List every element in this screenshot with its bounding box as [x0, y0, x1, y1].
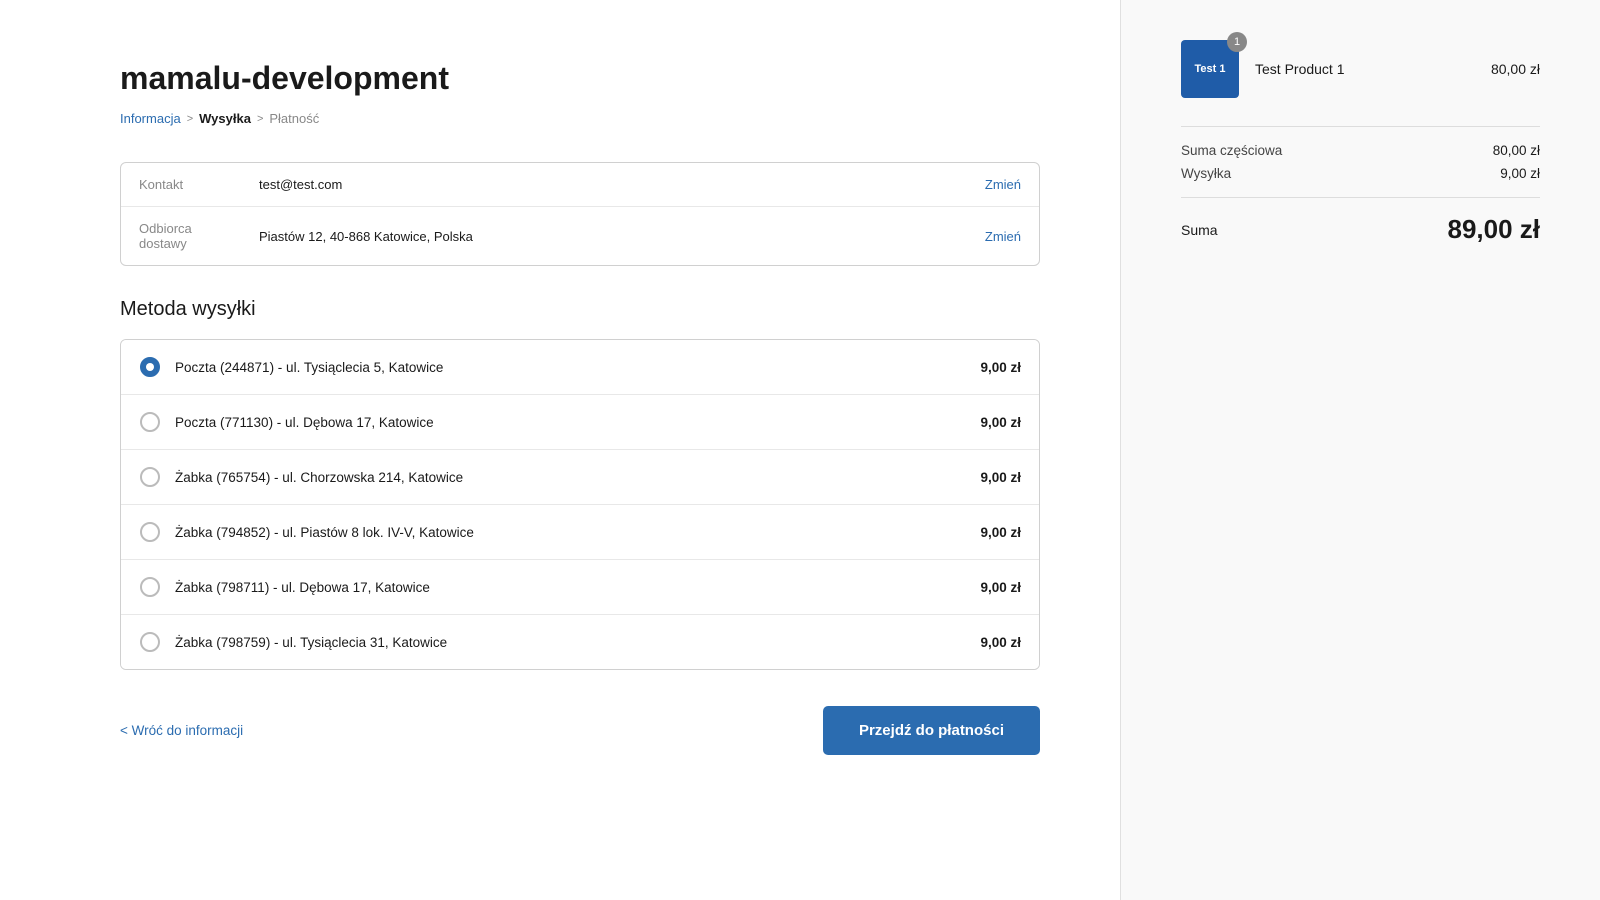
- breadcrumb-sep2: >: [257, 113, 263, 125]
- shipping-option-name: Żabka (765754) - ul. Chorzowska 214, Kat…: [175, 470, 980, 485]
- total-label: Suma: [1181, 222, 1218, 238]
- right-panel: Test 1 1 Test Product 1 80,00 zł Suma cz…: [1120, 0, 1600, 900]
- product-badge: 1: [1227, 32, 1247, 52]
- radio-inner: [146, 363, 154, 371]
- shipping-option-name: Żabka (798759) - ul. Tysiąclecia 31, Kat…: [175, 635, 980, 650]
- shipping-option[interactable]: Żabka (798759) - ul. Tysiąclecia 31, Kat…: [121, 614, 1039, 669]
- radio-outer: [140, 632, 160, 652]
- shipping-option-price: 9,00 zł: [980, 580, 1021, 595]
- total-value: 89,00 zł: [1447, 214, 1540, 245]
- breadcrumb-informacja[interactable]: Informacja: [120, 111, 181, 126]
- delivery-value: Piastów 12, 40-868 Katowice, Polska: [259, 229, 985, 244]
- product-price: 80,00 zł: [1491, 61, 1540, 77]
- shipping-option-name: Poczta (771130) - ul. Dębowa 17, Katowic…: [175, 415, 980, 430]
- radio-wrapper: [139, 356, 161, 378]
- bottom-actions: < Wróć do informacji Przejdź do płatnośc…: [120, 706, 1040, 755]
- radio-outer: [140, 577, 160, 597]
- radio-wrapper: [139, 466, 161, 488]
- subtotal-row: Suma częściowa 80,00 zł: [1181, 143, 1540, 158]
- left-panel: mamalu-development Informacja > Wysyłka …: [0, 0, 1120, 900]
- shipping-label: Wysyłka: [1181, 166, 1231, 181]
- shipping-option-price: 9,00 zł: [980, 525, 1021, 540]
- shipping-option-price: 9,00 zł: [980, 415, 1021, 430]
- radio-outer: [140, 412, 160, 432]
- breadcrumb-platnosc: Płatność: [269, 111, 319, 126]
- shipping-option-price: 9,00 zł: [980, 635, 1021, 650]
- proceed-button[interactable]: Przejdź do płatności: [823, 706, 1040, 755]
- contact-change-link[interactable]: Zmień: [985, 177, 1021, 192]
- shipping-options-list: Poczta (244871) - ul. Tysiąclecia 5, Kat…: [120, 339, 1040, 670]
- contact-row: Kontakt test@test.com Zmień: [121, 163, 1039, 206]
- breadcrumb-wysylka: Wysyłka: [199, 111, 251, 126]
- total-row: Suma 89,00 zł: [1181, 214, 1540, 245]
- info-box: Kontakt test@test.com Zmień Odbiorcadost…: [120, 162, 1040, 266]
- product-thumb-wrapper: Test 1 1: [1181, 40, 1239, 98]
- subtotal-value: 80,00 zł: [1493, 143, 1540, 158]
- contact-label: Kontakt: [139, 177, 259, 192]
- shipping-option[interactable]: Poczta (771130) - ul. Dębowa 17, Katowic…: [121, 394, 1039, 449]
- breadcrumb: Informacja > Wysyłka > Płatność: [120, 111, 1040, 126]
- delivery-label: Odbiorcadostawy: [139, 221, 259, 251]
- shipping-option-price: 9,00 zł: [980, 360, 1021, 375]
- shipping-option[interactable]: Poczta (244871) - ul. Tysiąclecia 5, Kat…: [121, 340, 1039, 394]
- shipping-section-title: Metoda wysyłki: [120, 298, 1040, 321]
- shipping-option[interactable]: Żabka (765754) - ul. Chorzowska 214, Kat…: [121, 449, 1039, 504]
- breadcrumb-sep1: >: [187, 113, 193, 125]
- radio-outer: [140, 357, 160, 377]
- delivery-change-link[interactable]: Zmień: [985, 229, 1021, 244]
- divider-2: [1181, 197, 1540, 198]
- product-name: Test Product 1: [1255, 61, 1475, 77]
- back-link[interactable]: < Wróć do informacji: [120, 723, 243, 738]
- cart-item: Test 1 1 Test Product 1 80,00 zł: [1181, 40, 1540, 98]
- shipping-row: Wysyłka 9,00 zł: [1181, 166, 1540, 181]
- radio-outer: [140, 467, 160, 487]
- shipping-option-price: 9,00 zł: [980, 470, 1021, 485]
- radio-wrapper: [139, 576, 161, 598]
- shipping-option-name: Żabka (798711) - ul. Dębowa 17, Katowice: [175, 580, 980, 595]
- radio-wrapper: [139, 521, 161, 543]
- divider-1: [1181, 126, 1540, 127]
- delivery-row: Odbiorcadostawy Piastów 12, 40-868 Katow…: [121, 206, 1039, 265]
- shipping-option-name: Poczta (244871) - ul. Tysiąclecia 5, Kat…: [175, 360, 980, 375]
- subtotal-label: Suma częściowa: [1181, 143, 1282, 158]
- shipping-option-name: Żabka (794852) - ul. Piastów 8 lok. IV-V…: [175, 525, 980, 540]
- radio-wrapper: [139, 631, 161, 653]
- store-title: mamalu-development: [120, 60, 1040, 97]
- contact-value: test@test.com: [259, 177, 985, 192]
- shipping-option[interactable]: Żabka (798711) - ul. Dębowa 17, Katowice…: [121, 559, 1039, 614]
- radio-outer: [140, 522, 160, 542]
- shipping-option[interactable]: Żabka (794852) - ul. Piastów 8 lok. IV-V…: [121, 504, 1039, 559]
- radio-wrapper: [139, 411, 161, 433]
- shipping-value: 9,00 zł: [1500, 166, 1540, 181]
